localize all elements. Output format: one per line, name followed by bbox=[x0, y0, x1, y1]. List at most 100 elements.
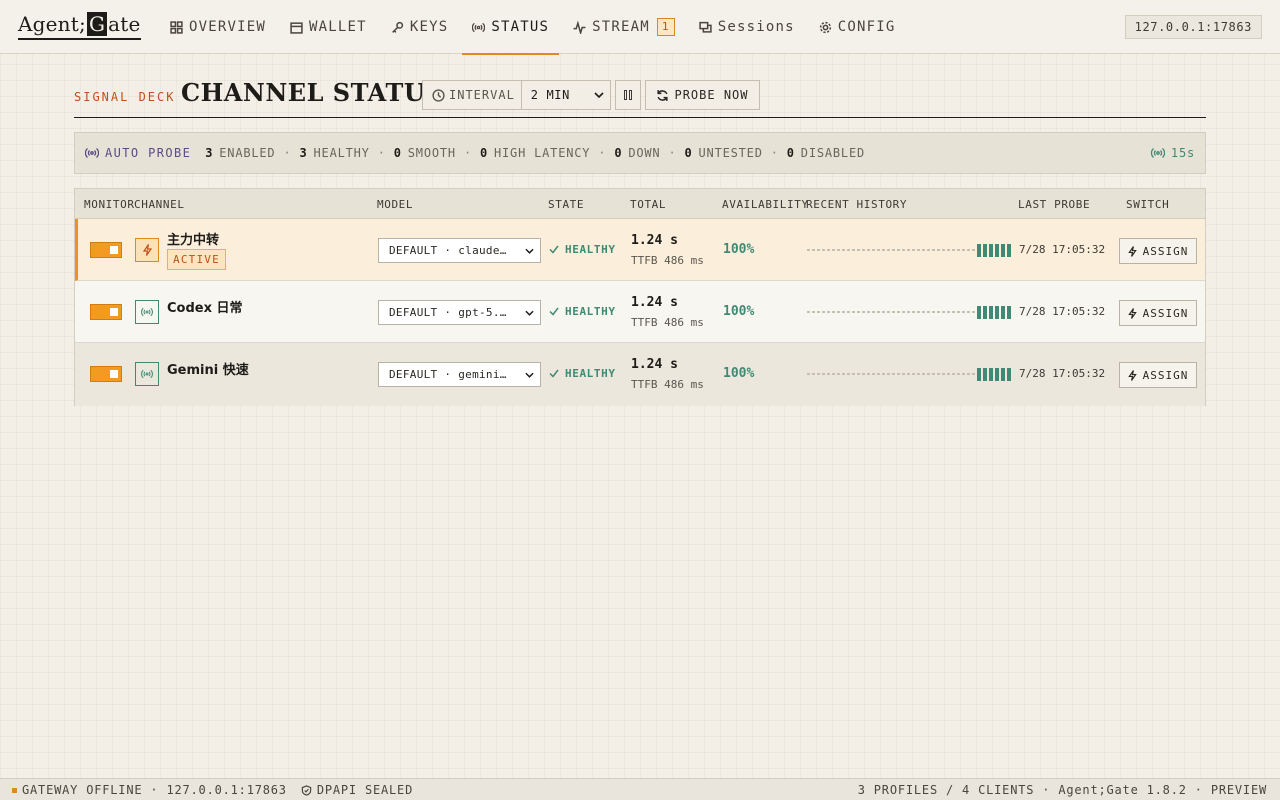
disabled-count: 0 bbox=[786, 146, 795, 160]
app-logo[interactable]: Agent; Gate bbox=[18, 10, 141, 40]
down-label: DOWN bbox=[628, 146, 661, 160]
table-row[interactable]: 主力中转 ACTIVE DEFAULT · claude… HEALTHY 1.… bbox=[75, 219, 1205, 281]
grid-icon bbox=[170, 20, 183, 34]
last-probe-time: 7/28 17:05:32 bbox=[1019, 243, 1106, 256]
history-bars bbox=[975, 305, 1011, 319]
probe-now-button[interactable]: PROBE NOW bbox=[645, 80, 760, 110]
chat-icon bbox=[699, 21, 712, 33]
page-heading: SIGNAL DECK CHANNEL STATUS INTERVAL 2 MI… bbox=[74, 78, 1206, 118]
gateway-address: 127.0.0.1:17863 bbox=[1124, 15, 1262, 39]
untested-label: UNTESTED bbox=[698, 146, 763, 160]
monitor-toggle[interactable] bbox=[90, 304, 122, 320]
state-label: HEALTHY bbox=[565, 367, 616, 380]
interval-value: 2 MIN bbox=[530, 88, 570, 102]
high-latency-count: 0 bbox=[479, 146, 488, 160]
signal-icon bbox=[135, 300, 159, 324]
signal-icon bbox=[1150, 148, 1165, 158]
bolt-icon bbox=[135, 238, 159, 262]
tab-label: CONFIG bbox=[837, 19, 896, 35]
pause-button[interactable] bbox=[615, 80, 641, 110]
monitor-toggle[interactable] bbox=[90, 242, 122, 258]
separator: · bbox=[770, 146, 779, 160]
tab-label: Sessions bbox=[717, 19, 795, 35]
tab-config[interactable]: CONFIG bbox=[809, 0, 906, 54]
availability-value: 100% bbox=[723, 304, 755, 319]
history-bar bbox=[977, 243, 981, 257]
monitor-toggle[interactable] bbox=[90, 366, 122, 382]
check-icon bbox=[549, 369, 559, 378]
history-bars bbox=[975, 243, 1011, 257]
section-kicker: SIGNAL DECK bbox=[74, 90, 176, 104]
countdown-value: 15s bbox=[1170, 146, 1195, 160]
tab-sessions[interactable]: Sessions bbox=[689, 0, 805, 54]
signal-icon bbox=[135, 362, 159, 386]
dpapi-status: DPAPI SEALED bbox=[316, 783, 414, 797]
model-select[interactable]: DEFAULT · gpt-5.… bbox=[378, 300, 541, 325]
pulse-icon bbox=[573, 20, 586, 34]
auto-probe-summary: AUTO PROBE 3 ENABLED · 3 HEALTHY · 0 SMOOTH… bbox=[74, 132, 1206, 174]
assign-button[interactable]: ASSIGN bbox=[1119, 238, 1197, 264]
table-row[interactable]: Gemini 快速 DEFAULT · gemini… HEALTHY 1.24… bbox=[75, 343, 1205, 406]
tab-label: STATUS bbox=[491, 19, 550, 35]
healthy-count: 3 bbox=[299, 146, 308, 160]
smooth-count: 0 bbox=[393, 146, 402, 160]
model-select[interactable]: DEFAULT · gemini… bbox=[378, 362, 541, 387]
assign-button[interactable]: ASSIGN bbox=[1119, 362, 1197, 388]
model-value: DEFAULT · claude… bbox=[389, 244, 507, 257]
tab-keys[interactable]: KEYS bbox=[381, 0, 459, 54]
total-latency: 1.24 s bbox=[631, 295, 678, 310]
state-healthy: HEALTHY bbox=[549, 367, 616, 380]
table-row[interactable]: Codex 日常 DEFAULT · gpt-5.… HEALTHY 1.24 … bbox=[75, 281, 1205, 343]
model-select[interactable]: DEFAULT · claude… bbox=[378, 238, 541, 263]
interval-select[interactable]: 2 MIN bbox=[522, 81, 610, 109]
col-switch: SWITCH bbox=[1126, 198, 1170, 211]
bolt-icon bbox=[1127, 307, 1137, 319]
tab-wallet[interactable]: WALLET bbox=[280, 0, 377, 54]
disabled-label: DISABLED bbox=[800, 146, 865, 160]
tab-label: WALLET bbox=[309, 19, 367, 35]
shield-icon bbox=[301, 784, 312, 796]
assign-label: ASSIGN bbox=[1142, 244, 1189, 258]
separator: · bbox=[377, 146, 386, 160]
check-icon bbox=[549, 245, 559, 254]
interval-label-text: INTERVAL bbox=[449, 88, 515, 102]
col-monitor: MONITOR bbox=[84, 198, 135, 211]
tab-overview[interactable]: OVERVIEW bbox=[160, 0, 276, 54]
recent-history bbox=[807, 367, 1011, 381]
high-latency-label: HIGH LATENCY bbox=[494, 146, 591, 160]
healthy-label: HEALTHY bbox=[313, 146, 370, 160]
availability-value: 100% bbox=[723, 242, 755, 257]
interval-label: INTERVAL bbox=[423, 81, 522, 109]
col-channel: CHANNEL bbox=[134, 198, 185, 211]
assign-label: ASSIGN bbox=[1142, 306, 1189, 320]
last-probe-time: 7/28 17:05:32 bbox=[1019, 305, 1106, 318]
assign-button[interactable]: ASSIGN bbox=[1119, 300, 1197, 326]
chevron-down-icon bbox=[594, 92, 604, 98]
wallet-icon bbox=[290, 21, 303, 34]
tab-status[interactable]: STATUS bbox=[462, 0, 559, 55]
interval-control: INTERVAL 2 MIN bbox=[422, 80, 611, 110]
logo-text-left: Agent; bbox=[18, 11, 86, 36]
state-label: HEALTHY bbox=[565, 305, 616, 318]
history-bar bbox=[1001, 243, 1005, 257]
col-last-probe: LAST PROBE bbox=[1018, 198, 1091, 211]
history-bar bbox=[995, 243, 999, 257]
chevron-down-icon bbox=[525, 248, 534, 254]
tab-label: OVERVIEW bbox=[189, 19, 267, 35]
key-icon bbox=[391, 21, 403, 33]
chevron-down-icon bbox=[525, 310, 534, 316]
clock-icon bbox=[432, 88, 445, 102]
chevron-down-icon bbox=[525, 372, 534, 378]
table-header: MONITOR CHANNEL MODEL STATE TOTAL AVAILA… bbox=[75, 189, 1205, 219]
pause-icon-bar bbox=[629, 90, 632, 100]
availability-value: 100% bbox=[723, 366, 755, 381]
enabled-label: ENABLED bbox=[219, 146, 276, 160]
model-value: DEFAULT · gemini… bbox=[389, 368, 507, 381]
history-empty-track bbox=[807, 373, 975, 375]
history-empty-track bbox=[807, 249, 975, 251]
tab-stream[interactable]: STREAM 1 bbox=[563, 0, 685, 54]
history-bar bbox=[989, 367, 993, 381]
enabled-count: 3 bbox=[205, 146, 214, 160]
col-model: MODEL bbox=[377, 198, 414, 211]
col-state: STATE bbox=[548, 198, 585, 211]
